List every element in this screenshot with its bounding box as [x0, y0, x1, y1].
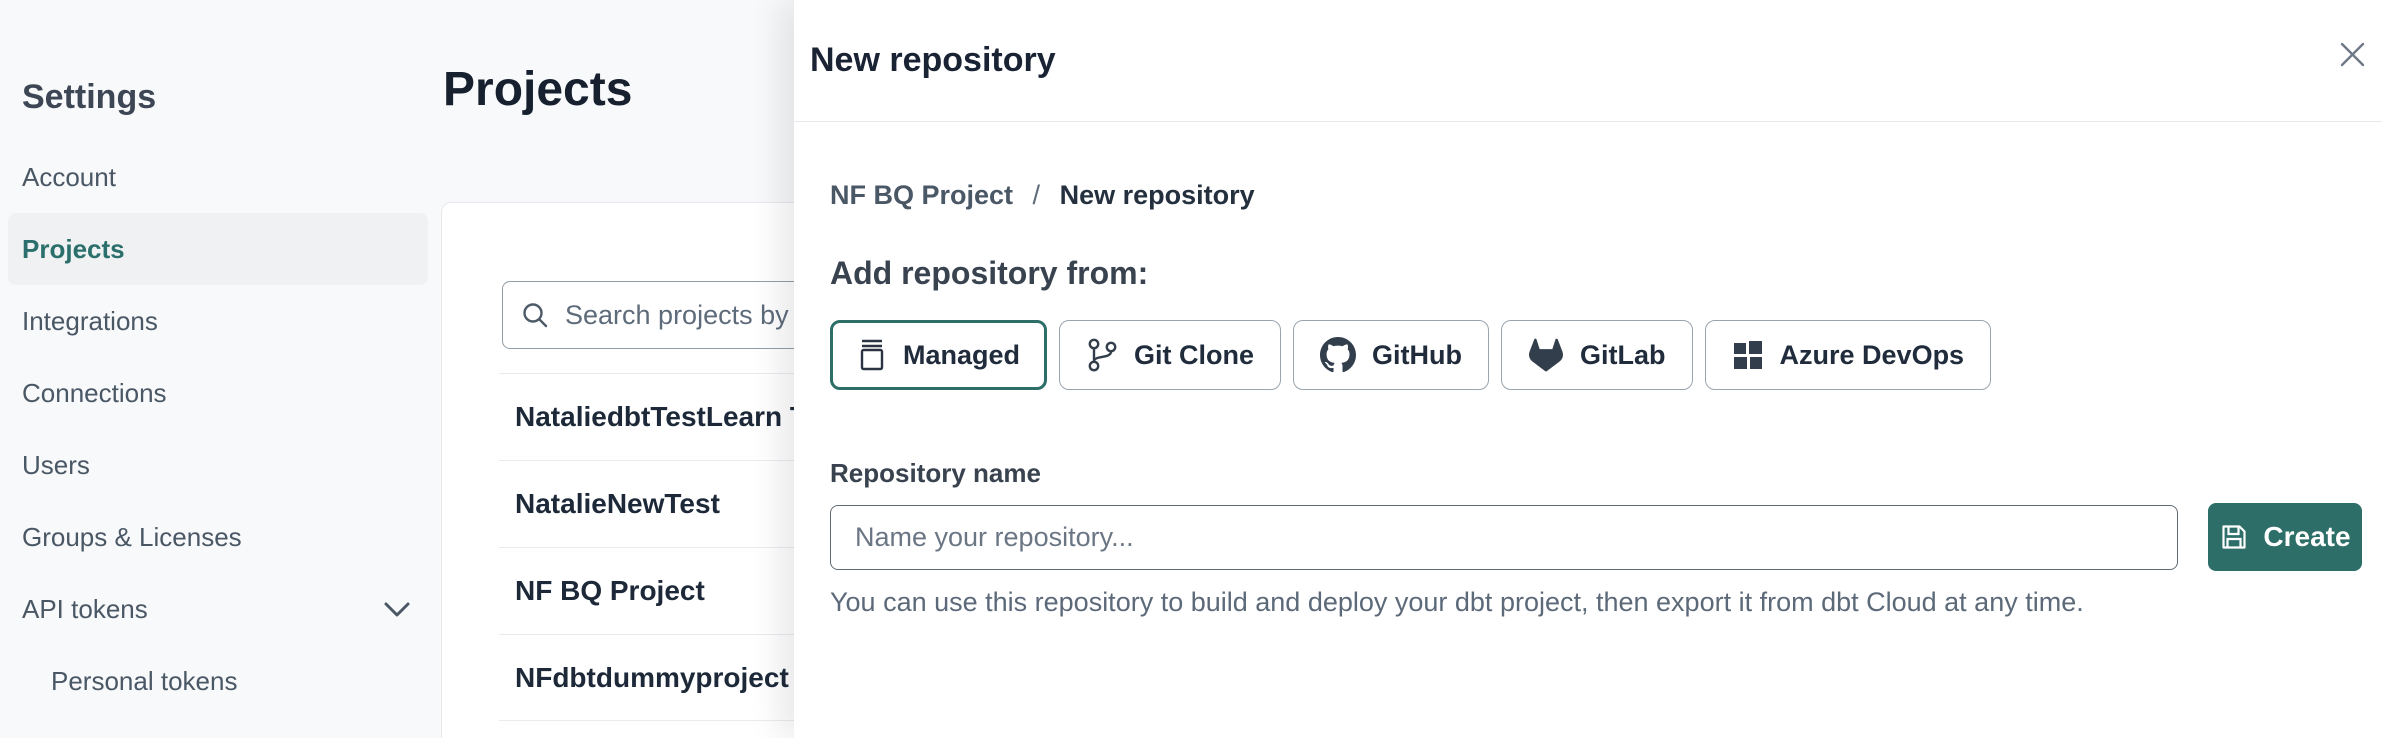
breadcrumb-current: New repository: [1060, 180, 1255, 210]
repository-name-label: Repository name: [830, 458, 2362, 489]
source-option-label: GitLab: [1580, 340, 1666, 371]
new-repository-modal: New repository NF BQ Project / New repos…: [794, 0, 2382, 738]
repository-name-input[interactable]: [830, 505, 2178, 570]
modal-body: NF BQ Project / New repository Add repos…: [794, 122, 2382, 618]
create-button-label: Create: [2263, 521, 2350, 553]
create-button[interactable]: Create: [2208, 503, 2362, 571]
repository-source-options: Managed Git Clone Gi: [830, 320, 2362, 390]
sidebar-item-label: Groups & Licenses: [22, 522, 242, 553]
add-repository-heading: Add repository from:: [830, 255, 2362, 292]
source-option-git-clone[interactable]: Git Clone: [1059, 320, 1281, 390]
project-name: NFdbtdummyproject: [515, 662, 789, 694]
modal-header: New repository: [794, 0, 2382, 122]
source-option-label: Managed: [903, 340, 1020, 371]
breadcrumb-separator: /: [1033, 180, 1041, 210]
source-option-github[interactable]: GitHub: [1293, 320, 1489, 390]
settings-heading: Settings: [22, 78, 156, 117]
sidebar-item-label: Personal tokens: [51, 666, 237, 697]
repository-helper-text: You can use this repository to build and…: [830, 587, 2362, 618]
sidebar-item-label: Account: [22, 162, 116, 193]
sidebar-item-label: API tokens: [22, 594, 148, 625]
source-option-label: Git Clone: [1134, 340, 1254, 371]
sidebar-item-label: Users: [22, 450, 90, 481]
save-icon: [2219, 522, 2249, 552]
close-button[interactable]: [2332, 34, 2372, 74]
source-option-managed[interactable]: Managed: [830, 320, 1047, 390]
source-option-label: Azure DevOps: [1780, 340, 1965, 371]
sidebar-item-groups-licenses[interactable]: Groups & Licenses: [8, 501, 428, 573]
gitlab-icon: [1528, 338, 1564, 372]
sidebar-item-label: Connections: [22, 378, 167, 409]
page-title: Projects: [443, 62, 632, 117]
sidebar-item-label: Integrations: [22, 306, 158, 337]
project-name: NataliedbtTestLearn T: [515, 401, 807, 433]
sidebar-item-connections[interactable]: Connections: [8, 357, 428, 429]
sidebar-item-account[interactable]: Account: [8, 141, 428, 213]
breadcrumb: NF BQ Project / New repository: [830, 180, 2362, 211]
settings-nav: Account Projects Integrations Connection…: [8, 141, 428, 717]
app-screen: Settings Account Projects Integrations C…: [0, 0, 2382, 738]
project-name: NF BQ Project: [515, 575, 705, 607]
sidebar-item-api-tokens[interactable]: API tokens: [8, 573, 428, 645]
search-icon: [521, 301, 549, 329]
azure-devops-icon: [1732, 339, 1764, 371]
source-option-gitlab[interactable]: GitLab: [1501, 320, 1693, 390]
sidebar-item-integrations[interactable]: Integrations: [8, 285, 428, 357]
source-option-azure-devops[interactable]: Azure DevOps: [1705, 320, 1992, 390]
chevron-down-icon: [384, 602, 410, 617]
source-option-label: GitHub: [1372, 340, 1462, 371]
sidebar-item-personal-tokens[interactable]: Personal tokens: [8, 645, 428, 717]
sidebar-item-projects[interactable]: Projects: [8, 213, 428, 285]
repository-name-row: Create: [830, 503, 2362, 571]
managed-repo-icon: [857, 336, 887, 374]
sidebar-item-users[interactable]: Users: [8, 429, 428, 501]
settings-sidebar: Settings Account Projects Integrations C…: [0, 0, 432, 738]
close-icon: [2339, 41, 2366, 68]
sidebar-item-label: Projects: [22, 234, 125, 265]
github-icon: [1320, 337, 1356, 373]
breadcrumb-project-link[interactable]: NF BQ Project: [830, 180, 1013, 210]
modal-title: New repository: [810, 41, 1056, 80]
git-branch-icon: [1086, 337, 1118, 373]
project-name: NatalieNewTest: [515, 488, 720, 520]
